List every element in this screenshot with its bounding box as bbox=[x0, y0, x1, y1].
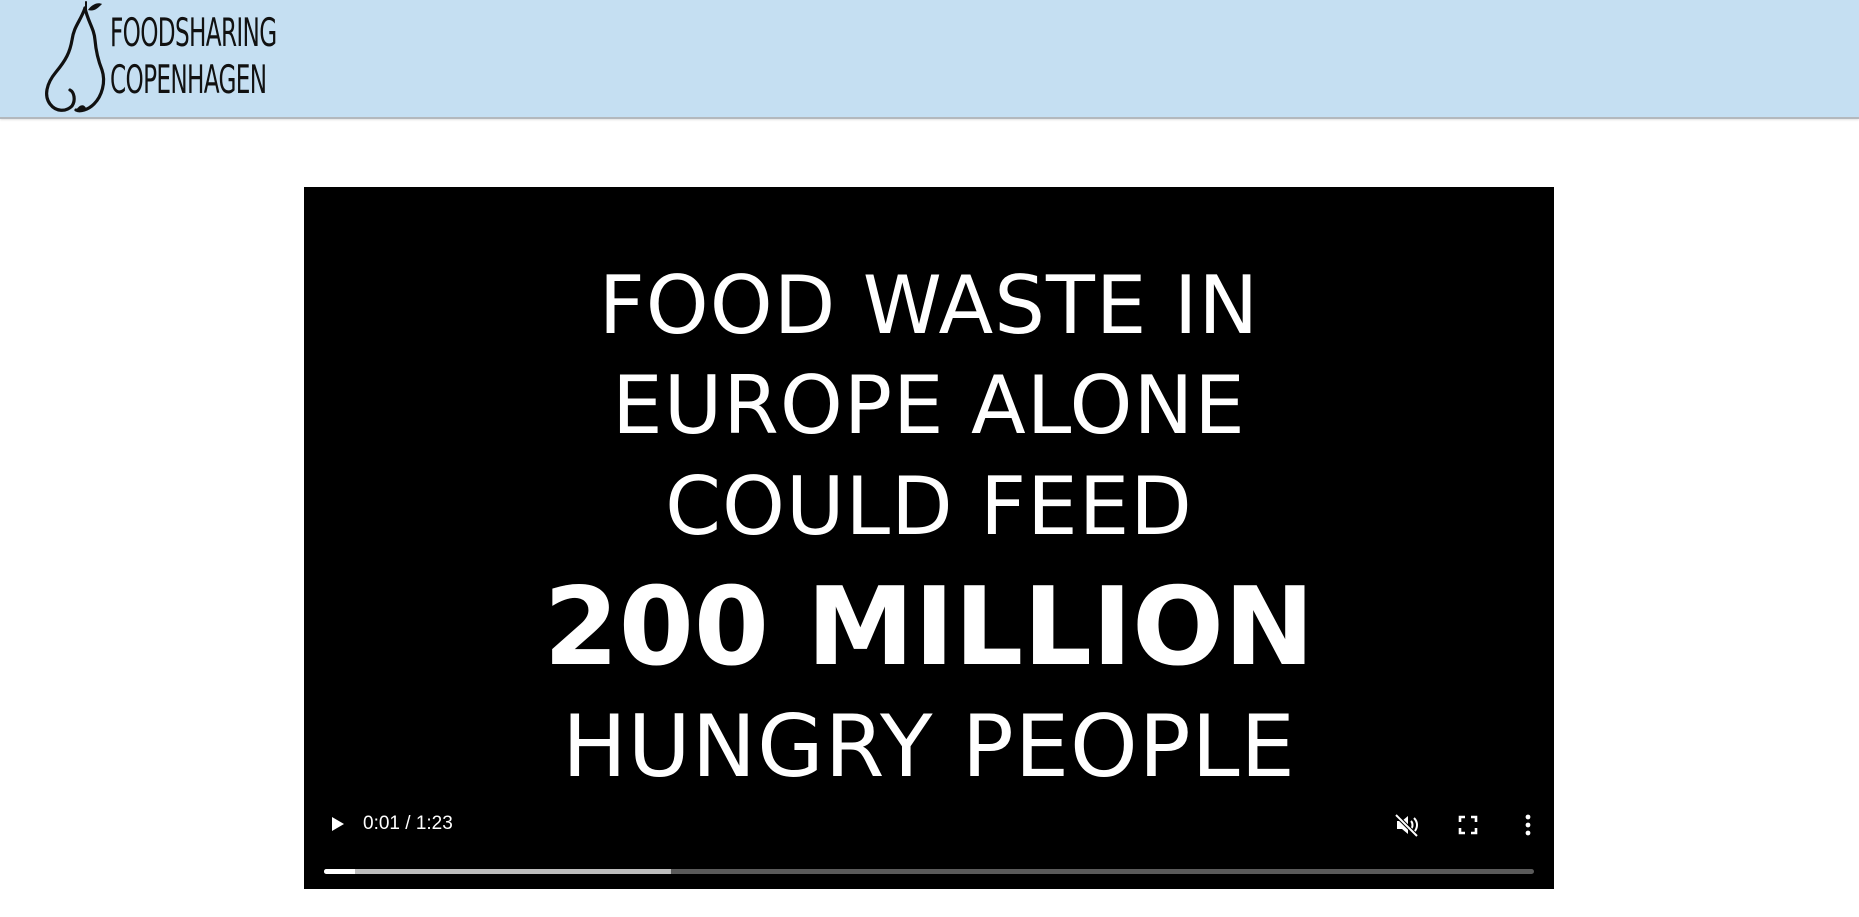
slide-text-line: FOOD WASTE IN bbox=[598, 259, 1260, 352]
play-button[interactable] bbox=[322, 809, 352, 839]
slide-text-headline: 200 MILLION bbox=[543, 565, 1315, 690]
site-header: FOODSHARING COPENHAGEN bbox=[0, 0, 1859, 119]
fullscreen-icon bbox=[1458, 815, 1478, 835]
time-display: 0:01 / 1:23 bbox=[363, 813, 453, 834]
video-player[interactable]: FOOD WASTE IN EUROPE ALONE COULD FEED 20… bbox=[304, 187, 1554, 889]
unmute-button[interactable] bbox=[1390, 808, 1424, 842]
logo-wordmark: FOODSHARING COPENHAGEN bbox=[110, 10, 362, 104]
more-vertical-icon bbox=[1525, 814, 1531, 836]
slide-text-line: COULD FEED bbox=[665, 460, 1193, 553]
pear-logo-icon bbox=[45, 1, 106, 113]
video-controls: 0:01 / 1:23 bbox=[304, 799, 1554, 889]
slide-text-line: HUNGRY PEOPLE bbox=[562, 697, 1296, 797]
foodsharing-copenhagen-logo[interactable]: FOODSHARING COPENHAGEN bbox=[40, 0, 290, 117]
fullscreen-button[interactable] bbox=[1451, 808, 1485, 842]
volume-muted-icon bbox=[1394, 813, 1419, 838]
slide-text-line: EUROPE ALONE bbox=[612, 359, 1246, 452]
progress-played bbox=[324, 869, 356, 874]
play-icon bbox=[332, 817, 344, 831]
video-progress-bar[interactable] bbox=[324, 869, 1534, 874]
logo-text-line1: FOODSHARING bbox=[110, 11, 277, 56]
more-options-button[interactable] bbox=[1511, 808, 1545, 842]
progress-buffered bbox=[324, 869, 672, 874]
logo-text-line2: COPENHAGEN bbox=[110, 58, 267, 103]
